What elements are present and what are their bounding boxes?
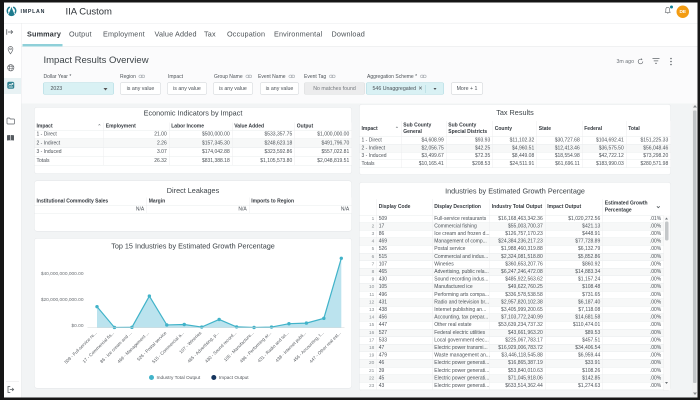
svg-text:Impact Output: Impact Output [219,375,250,381]
svg-text:$0.00: $0.00 [71,323,83,329]
svg-text:$20,000,000,000.00: $20,000,000,000.00 [41,297,84,303]
svg-text:105 - Manufacture...: 105 - Manufacture... [223,330,255,362]
svg-text:438 - Internet publi...: 438 - Internet publi... [274,330,307,363]
svg-text:496 - Performing ar...: 496 - Performing ar... [239,330,272,363]
svg-text:465 - Advertising, p...: 465 - Advertising, p... [186,330,219,363]
svg-text:526 - Postal service: 526 - Postal service [136,330,168,362]
svg-text:430 - Sound record...: 430 - Sound record... [204,330,237,363]
svg-text:86 - Ice cream and ...: 86 - Ice cream and ... [99,330,133,364]
svg-text:$40,000,000,000.00: $40,000,000,000.00 [41,271,84,277]
svg-text:515 - Commercial a...: 515 - Commercial a... [151,330,185,364]
svg-text:431 - Radio and tel...: 431 - Radio and tel... [257,330,290,363]
svg-text:447 - Other real est...: 447 - Other real est... [308,330,342,364]
svg-text:Industry Total Output: Industry Total Output [157,375,201,381]
svg-text:456 - Accounting, t...: 456 - Accounting, t... [292,330,325,363]
svg-text:509 - Full-service re...: 509 - Full-service re... [63,330,97,364]
svg-text:17 - Commercial fis...: 17 - Commercial fis... [82,330,116,364]
svg-text:469 - Management ...: 469 - Management ... [116,330,150,364]
